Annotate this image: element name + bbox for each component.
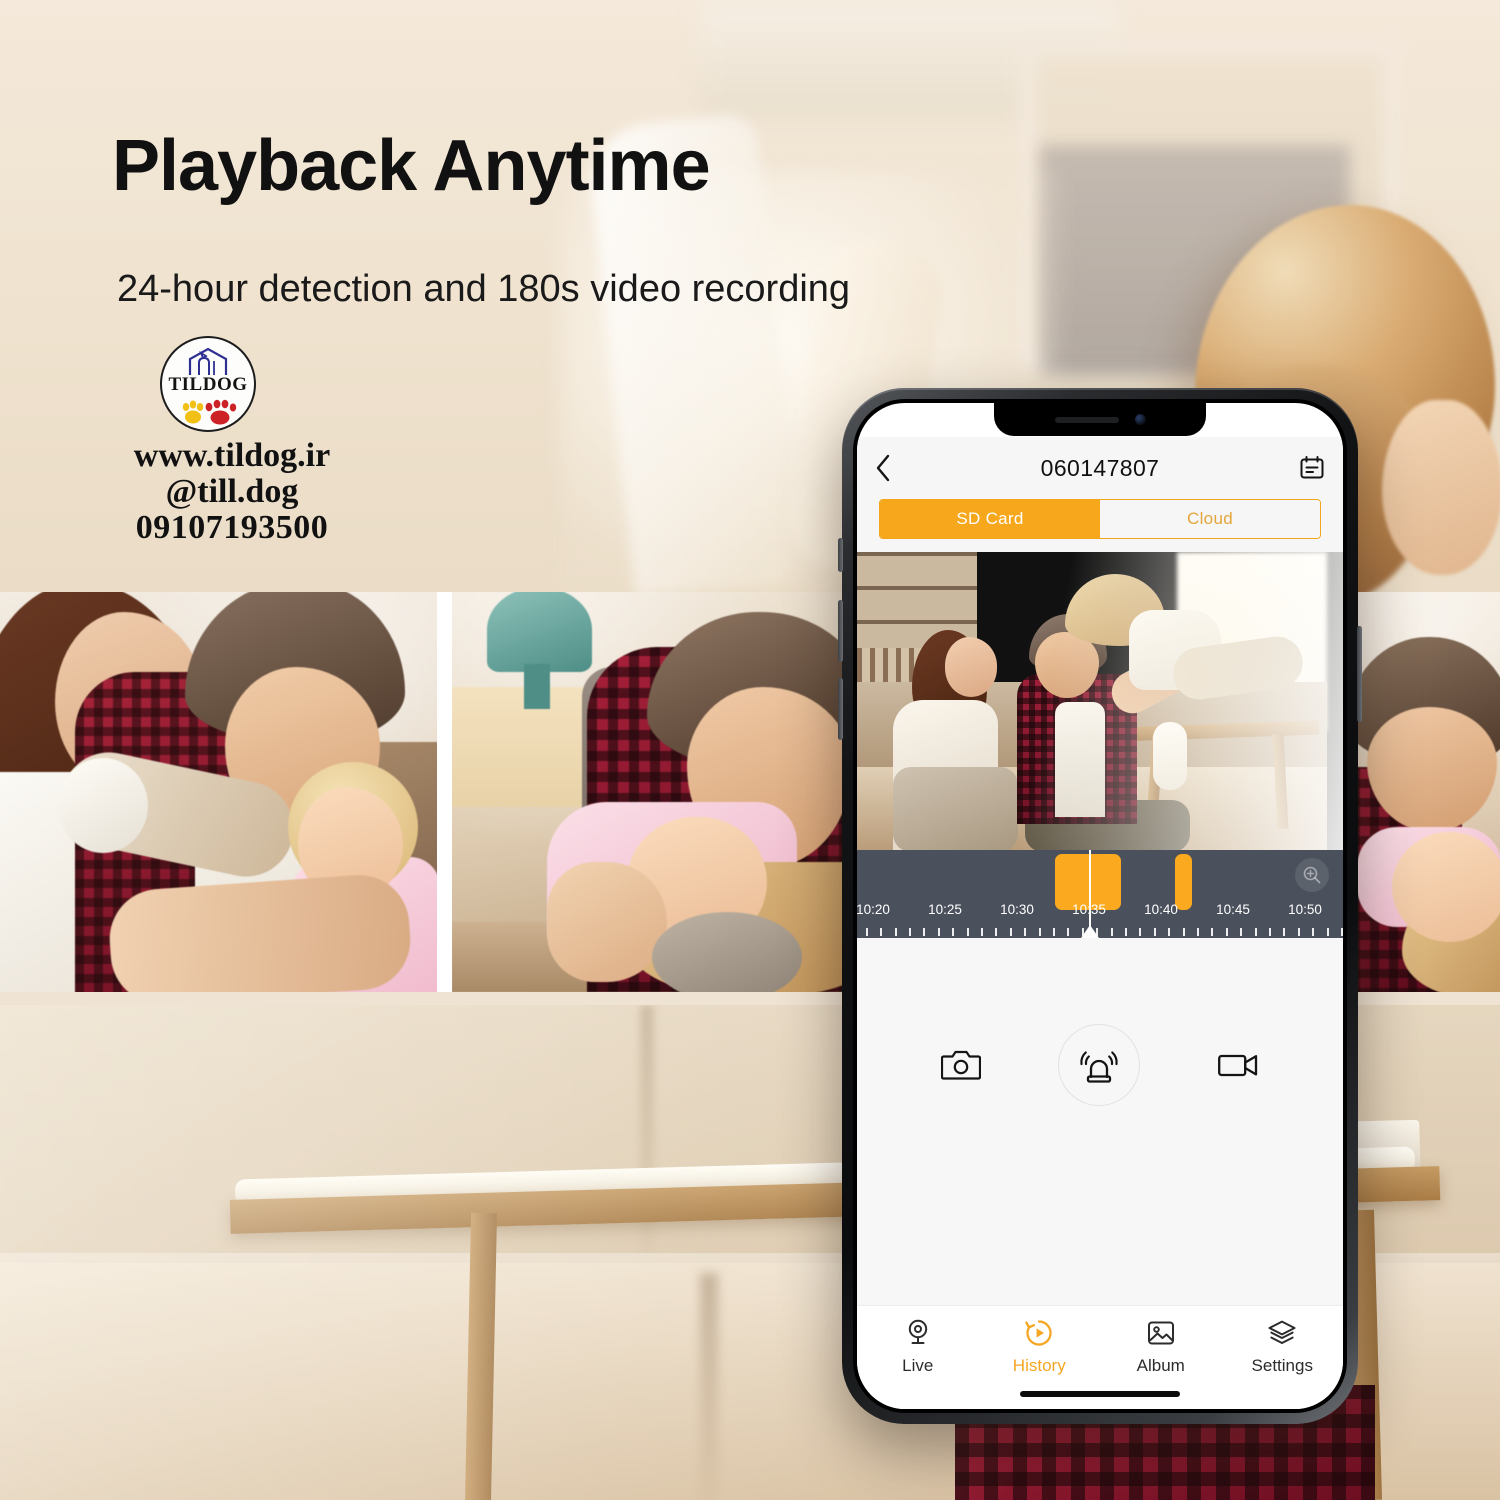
- timeline-tick: [1168, 928, 1171, 936]
- timeline-tick: [1153, 928, 1156, 936]
- paw-red-icon: [205, 399, 237, 425]
- iphone-notch: [994, 403, 1206, 436]
- volume-up-button[interactable]: [838, 600, 843, 662]
- tildog-logo-badge: TILDOG: [160, 336, 256, 432]
- timeline-tick: [1009, 928, 1012, 936]
- timeline-tick: [1283, 928, 1286, 936]
- timeline-tick: [1211, 928, 1214, 936]
- phone-mockup: 060147807 SD Card Cloud 10:20 10:25 10:3…: [838, 388, 1362, 1424]
- timeline-tick: [1053, 928, 1055, 936]
- house-with-dog-icon: [188, 347, 228, 375]
- phone-bezel: 060147807 SD Card Cloud 10:20 10:25 10:3…: [853, 399, 1347, 1413]
- hero-title: Playback Anytime: [112, 126, 711, 206]
- timeline-tick: [909, 928, 911, 936]
- timeline-tick: [1067, 928, 1070, 936]
- camera-icon: [941, 1050, 982, 1080]
- timeline-tick: [880, 928, 883, 936]
- timeline-tick: [995, 928, 998, 936]
- collage-photo-left: [0, 592, 437, 992]
- tab-live[interactable]: Live: [857, 1318, 979, 1409]
- tab-label: Album: [1136, 1356, 1185, 1375]
- timeline-tick: [937, 928, 940, 936]
- timeline-tick: [1225, 928, 1228, 936]
- timeline-tick-label: 10:20: [857, 902, 890, 917]
- calendar-button[interactable]: [1291, 455, 1325, 481]
- front-camera-icon: [1134, 414, 1146, 425]
- tab-sd-card[interactable]: SD Card: [880, 500, 1100, 538]
- app-header: 060147807: [857, 437, 1343, 499]
- timeline-tick: [1110, 928, 1113, 936]
- playback-controls-panel: [857, 938, 1343, 1305]
- timeline-tick: [923, 928, 926, 936]
- timeline-tick: [1182, 928, 1185, 936]
- timeline-tick: [1125, 928, 1127, 936]
- timeline-tick: [894, 928, 897, 936]
- tab-label: Settings: [1251, 1356, 1313, 1375]
- calendar-icon: [1300, 456, 1324, 479]
- playback-controls-row: [857, 1024, 1343, 1106]
- timeline-tick-labels: 10:2010:2510:3010:3510:4010:4510:50: [857, 902, 1343, 924]
- timeline-playhead-marker: [1081, 925, 1099, 938]
- snapshot-button[interactable]: [941, 1048, 982, 1082]
- timeline-tick: [865, 928, 868, 936]
- timeline-tick-label: 10:50: [1288, 902, 1322, 917]
- record-button[interactable]: [1217, 1051, 1259, 1079]
- volume-down-button[interactable]: [838, 678, 843, 740]
- segmented-control: SD Card Cloud: [879, 499, 1321, 539]
- video-camera-icon: [1217, 1054, 1257, 1077]
- earpiece-speaker: [1054, 416, 1119, 423]
- timeline-tick-label: 10:40: [1144, 902, 1178, 917]
- timeline-tick-label: 10:25: [928, 902, 962, 917]
- timeline-tick: [1254, 928, 1257, 936]
- chevron-left-icon: [876, 454, 890, 482]
- timeline-tick: [1024, 928, 1027, 936]
- timeline-tick: [952, 928, 955, 936]
- alarm-button[interactable]: [1057, 1024, 1140, 1106]
- playback-timeline[interactable]: 10:2010:2510:3010:3510:4010:4510:50: [857, 850, 1343, 938]
- siren-icon: [1080, 1051, 1118, 1083]
- tab-label: Live: [902, 1356, 934, 1375]
- watermark-website: www.tildog.ir: [133, 437, 331, 474]
- tildog-wordmark: TILDOG: [168, 374, 248, 395]
- power-button[interactable]: [1357, 626, 1362, 722]
- photo-album-icon: [1147, 1321, 1174, 1345]
- page-title: 060147807: [1040, 454, 1160, 481]
- paw-prints-icon: [182, 399, 237, 425]
- timeline-tick: [1038, 928, 1041, 936]
- history-playback-icon: [1025, 1320, 1052, 1346]
- home-indicator[interactable]: [1020, 1391, 1180, 1397]
- tab-settings[interactable]: Settings: [1222, 1318, 1344, 1409]
- hero-subtitle: 24-hour detection and 180s video recordi…: [117, 268, 851, 310]
- tab-cloud[interactable]: Cloud: [1100, 500, 1320, 538]
- collage-photo-right: [1352, 592, 1500, 992]
- timeline-tick: [1197, 928, 1199, 936]
- phone-screen: 060147807 SD Card Cloud 10:20 10:25 10:3…: [857, 403, 1343, 1409]
- timeline-tick: [966, 928, 969, 936]
- zoom-in-icon: [1303, 866, 1321, 884]
- playback-video-frame[interactable]: [857, 552, 1343, 850]
- timeline-tick: [1297, 928, 1300, 936]
- timeline-tick: [1240, 928, 1243, 936]
- timeline-tick-label: 10:45: [1216, 902, 1250, 917]
- watermark: TILDOG www.tildog.ir @till.dog 091071935…: [112, 336, 412, 546]
- paw-yellow-icon: [182, 400, 204, 424]
- storage-source-switch: SD Card Cloud: [857, 499, 1343, 552]
- tab-label: History: [1012, 1356, 1066, 1375]
- watermark-phone: 09107193500: [135, 509, 329, 547]
- hero-woman-face: [1382, 400, 1500, 575]
- timeline-zoom-button[interactable]: [1295, 858, 1329, 892]
- timeline-tick: [1139, 928, 1142, 936]
- layers-settings-icon: [1268, 1320, 1296, 1344]
- timeline-tick: [1341, 928, 1343, 936]
- back-button[interactable]: [875, 454, 909, 482]
- timeline-tick-label: 10:30: [1000, 902, 1034, 917]
- live-camera-icon: [908, 1319, 927, 1344]
- timeline-tick: [981, 928, 983, 936]
- timeline-tick: [1269, 928, 1271, 936]
- timeline-tick: [1312, 928, 1315, 936]
- watermark-handle: @till.dog: [165, 473, 299, 511]
- timeline-tick: [1326, 928, 1329, 936]
- mute-switch[interactable]: [838, 538, 843, 572]
- timeline-ticks: [857, 923, 1343, 936]
